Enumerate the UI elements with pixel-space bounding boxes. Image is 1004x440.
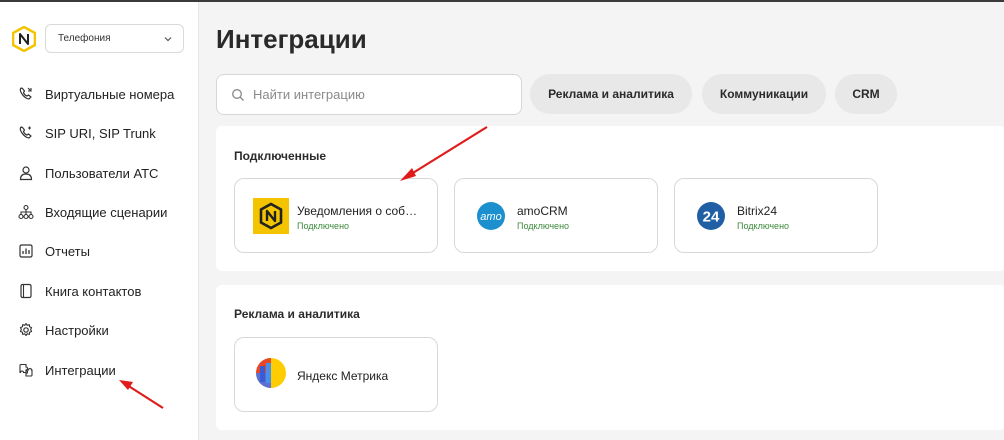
notifications-logo-icon (253, 198, 289, 234)
integration-status: Подключено (737, 221, 790, 231)
filter-chip-communications[interactable]: Коммуникации (702, 74, 826, 114)
svg-text:amo: amo (480, 211, 501, 223)
filter-chip-crm[interactable]: CRM (835, 74, 897, 114)
sidebar-item-incoming-scenarios[interactable]: Входящие сценарии (0, 194, 199, 230)
sidebar-item-label: Книга контактов (45, 283, 142, 299)
search-icon (232, 88, 244, 101)
chevron-down-icon (164, 36, 172, 41)
main-content: Интеграции Реклама и аналитика Коммуника… (200, 2, 1004, 440)
phone-sip-icon (17, 124, 35, 142)
sidebar-item-label: Пользователи АТС (45, 165, 159, 181)
integration-name: Bitrix24 (737, 204, 778, 218)
sidebar-item-pbx-users[interactable]: Пользователи АТС (0, 155, 199, 191)
integration-name: Яндекс Метрика (297, 369, 389, 383)
sidebar-item-label: Настройки (45, 322, 109, 338)
integration-card-bitrix24[interactable]: 24 Bitrix24 Подключено (674, 178, 878, 253)
yandex-metrica-logo-icon (253, 358, 289, 388)
section-ads-analytics: Реклама и аналитика Яндекс Метрика (216, 285, 1004, 430)
integration-name: amoCRM (517, 204, 568, 218)
brand-logo-icon[interactable] (11, 25, 37, 53)
user-icon (17, 164, 35, 182)
sidebar-item-label: Отчеты (45, 243, 90, 259)
scenario-icon (17, 203, 35, 221)
section-title: Подключенные (234, 149, 327, 163)
sidebar-item-virtual-numbers[interactable]: Виртуальные номера (0, 76, 199, 112)
service-selector[interactable]: Телефония (45, 24, 184, 53)
bitrix24-logo-icon: 24 (693, 201, 729, 231)
contacts-book-icon (17, 282, 35, 300)
sidebar-item-settings[interactable]: Настройки (0, 312, 199, 348)
integration-card-notifications[interactable]: Уведомления о событиях Подключено (234, 178, 438, 253)
section-title: Реклама и аналитика (234, 307, 360, 321)
gear-icon (17, 321, 35, 339)
service-selector-value: Телефония (58, 33, 111, 44)
search-input[interactable] (253, 87, 493, 102)
integration-status: Подключено (297, 221, 350, 231)
page-title: Интеграции (216, 24, 367, 54)
sidebar-item-label: Виртуальные номера (45, 86, 175, 102)
sidebar-item-sip[interactable]: SIP URI, SIP Trunk (0, 115, 199, 151)
report-icon (17, 242, 35, 260)
integration-status: Подключено (517, 221, 570, 231)
integration-card-amocrm[interactable]: amo amoCRM Подключено (454, 178, 658, 253)
integration-card-yandex-metrica[interactable]: Яндекс Метрика (234, 337, 438, 412)
sidebar-item-integrations[interactable]: Интеграции (0, 352, 199, 388)
sidebar-item-label: SIP URI, SIP Trunk (45, 125, 156, 141)
search-box[interactable] (216, 74, 522, 115)
sidebar-item-reports[interactable]: Отчеты (0, 233, 199, 269)
integrations-icon (17, 361, 35, 379)
integration-name: Уведомления о событиях (297, 204, 425, 218)
amocrm-logo-icon: amo (473, 201, 509, 231)
section-connected: Подключенные Уведомления о событиях Подк… (216, 126, 1004, 271)
sidebar-item-label: Интеграции (45, 362, 116, 378)
sidebar: Телефония Виртуальные номера SIP URI, SI… (0, 2, 199, 440)
sidebar-item-label: Входящие сценарии (45, 204, 168, 220)
sidebar-item-contacts-book[interactable]: Книга контактов (0, 273, 199, 309)
phone-icon (17, 85, 35, 103)
filter-chip-ads-analytics[interactable]: Реклама и аналитика (530, 74, 692, 114)
svg-text:24: 24 (703, 209, 720, 226)
